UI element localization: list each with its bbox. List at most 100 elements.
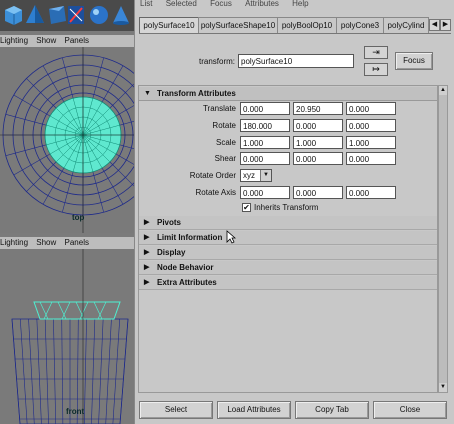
menu-lighting[interactable]: Lighting [0, 238, 28, 247]
wire-vertical [105, 318, 112, 424]
front-view-wireframe [11, 249, 129, 424]
cone-icon[interactable] [110, 3, 132, 27]
expand-arrow-icon: ▶ [144, 234, 150, 241]
rotate-z-field[interactable]: 0.000 [346, 119, 396, 132]
tab-polysurface10[interactable]: polySurface10 [139, 17, 199, 34]
section-title: Extra Attributes [157, 278, 217, 287]
rotate-y-field[interactable]: 0.000 [293, 119, 343, 132]
load-selected-icon[interactable]: ⇥ [364, 46, 388, 59]
section-title: Transform Attributes [157, 89, 236, 98]
translate-label: Translate [202, 104, 236, 113]
load-attributes-button[interactable]: Load Attributes [217, 401, 291, 419]
rotate-x-field[interactable]: 180.000 [240, 119, 290, 132]
wire-spoke [26, 78, 57, 109]
tab-polycone3[interactable]: polyCone3 [336, 17, 384, 33]
transform-name-field[interactable]: polySurface10 [238, 54, 354, 68]
section-limit-information[interactable]: ▶ Limit Information [139, 231, 437, 245]
section-transform-attributes[interactable]: ▼ Transform Attributes [139, 87, 437, 101]
shear-z-field[interactable]: 0.000 [346, 152, 396, 165]
copy-tab-button[interactable]: Copy Tab [295, 401, 369, 419]
wire-vertical [112, 318, 121, 424]
wire-vertical [119, 318, 129, 424]
tab-polyboolop10[interactable]: polyBoolOp10 [277, 17, 337, 33]
menu-attributes[interactable]: Attributes [245, 0, 279, 8]
inherits-transform-label: Inherits Transform [254, 203, 319, 212]
translate-z-field[interactable]: 0.000 [346, 102, 396, 115]
scale-label: Scale [215, 138, 236, 147]
section-display[interactable]: ▶ Display [139, 246, 437, 260]
attribute-editor: List Selected Focus Attributes Help poly… [134, 0, 454, 424]
rotate-axis-z-field[interactable]: 0.000 [346, 186, 396, 199]
section-node-behavior[interactable]: ▶ Node Behavior [139, 261, 437, 275]
viewport-area: Lighting Show Panels top Lighting Show P… [0, 0, 134, 424]
close-button[interactable]: Close [373, 401, 447, 419]
tab-divider [139, 33, 451, 34]
scroll-up-icon[interactable]: ▲ [439, 86, 447, 95]
wire-vertical [19, 318, 28, 424]
tab-polycylind[interactable]: polyCylind [383, 17, 429, 33]
menu-lighting[interactable]: Lighting [0, 36, 28, 45]
menu-selected[interactable]: Selected [166, 0, 197, 8]
tab-scroll-right-icon[interactable]: ▶ [440, 19, 451, 31]
translate-x-field[interactable]: 0.000 [240, 102, 290, 115]
focus-button[interactable]: Focus [395, 52, 433, 70]
section-title: Display [157, 248, 186, 257]
camera-label-front: front [66, 407, 85, 416]
section-pivots[interactable]: ▶ Pivots [139, 216, 437, 230]
scale-z-field[interactable]: 1.000 [346, 136, 396, 149]
top-viewport[interactable]: top [0, 47, 134, 233]
tab-scroll-left-icon[interactable]: ◀ [429, 19, 440, 31]
section-extra-attributes[interactable]: ▶ Extra Attributes [139, 276, 437, 290]
expand-arrow-icon: ▶ [144, 249, 150, 256]
wire-spoke [26, 161, 57, 192]
section-title: Pivots [157, 218, 182, 227]
menu-help[interactable]: Help [292, 0, 308, 8]
menu-show[interactable]: Show [36, 36, 56, 45]
shear-x-field[interactable]: 0.000 [240, 152, 290, 165]
menu-focus[interactable]: Focus [210, 0, 232, 8]
rotate-axis-label: Rotate Axis [195, 188, 236, 197]
cube-icon[interactable] [2, 3, 24, 27]
scroll-down-icon[interactable]: ▼ [439, 383, 447, 392]
wire-vertical [36, 318, 42, 424]
wire-vertical [61, 318, 64, 424]
mouse-pointer-icon [226, 230, 236, 244]
sphere-icon[interactable] [88, 3, 110, 27]
front-viewport[interactable]: front [0, 249, 134, 424]
pyramid-icon[interactable] [24, 3, 46, 27]
camera-label-top: top [72, 213, 85, 222]
rotate-axis-x-field[interactable]: 0.000 [240, 186, 290, 199]
tab-polysurfaceshape10[interactable]: polySurfaceShape10 [198, 17, 278, 33]
translate-y-field[interactable]: 20.950 [293, 102, 343, 115]
wire-vertical [98, 318, 104, 424]
top-view-wireframe [0, 47, 134, 233]
inherits-transform-checkbox[interactable]: ✔ [242, 203, 251, 212]
rotate-axis-y-field[interactable]: 0.000 [293, 186, 343, 199]
wire-vertical [44, 318, 49, 424]
wire-vertical [91, 318, 96, 424]
rotate-order-dropdown[interactable]: xyz ▼ [240, 169, 272, 182]
wire-vertical [28, 318, 35, 424]
menu-panels[interactable]: Panels [65, 36, 89, 45]
scale-x-field[interactable]: 1.000 [240, 136, 290, 149]
menu-panels[interactable]: Panels [65, 238, 89, 247]
polygon-cylinder-icon[interactable] [66, 3, 88, 27]
prism-icon[interactable] [46, 3, 68, 27]
chevron-down-icon: ▼ [260, 170, 271, 181]
scale-y-field[interactable]: 1.000 [293, 136, 343, 149]
section-title: Node Behavior [157, 263, 214, 272]
expand-arrow-icon: ▶ [144, 279, 150, 286]
node-tabs: polySurface10 polySurfaceShape10 polyBoo… [139, 17, 451, 34]
attributes-scrollbar[interactable]: ▲ ▼ [438, 85, 448, 393]
shelf [0, 0, 134, 31]
attributes-panel: ▼ Transform Attributes Translate 0.000 2… [138, 85, 438, 393]
wire-vertical [11, 318, 21, 424]
shear-y-field[interactable]: 0.000 [293, 152, 343, 165]
rotate-order-label: Rotate Order [189, 171, 236, 180]
menu-list[interactable]: List [140, 0, 152, 8]
select-node-icon[interactable]: ↦ [364, 63, 388, 76]
expand-arrow-icon: ▶ [144, 264, 150, 271]
menu-show[interactable]: Show [36, 238, 56, 247]
select-button[interactable]: Select [139, 401, 213, 419]
transform-name-label: transform: [198, 57, 235, 66]
